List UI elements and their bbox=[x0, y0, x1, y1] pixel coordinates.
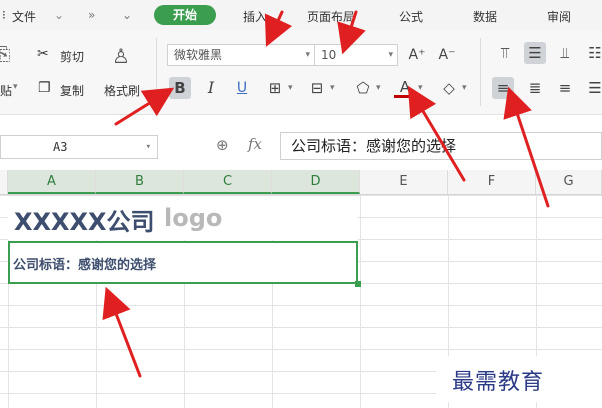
font-color-button[interactable]: A bbox=[394, 77, 416, 98]
zoom-icon[interactable]: ⊕ bbox=[216, 136, 229, 154]
justify-icon[interactable]: ☰ bbox=[584, 77, 602, 99]
name-box[interactable]: A3 ▾ bbox=[0, 135, 158, 159]
cut-button[interactable]: 剪切 bbox=[60, 48, 84, 65]
more-menus-button[interactable]: » bbox=[88, 8, 95, 22]
fill-handle[interactable] bbox=[355, 281, 361, 287]
column-header-f[interactable]: F bbox=[448, 170, 536, 194]
align-bottom-icon[interactable]: ⫫ bbox=[554, 42, 576, 64]
format-painter-button[interactable]: 格式刷 bbox=[104, 82, 140, 99]
copy-button[interactable]: 复制 bbox=[60, 82, 84, 99]
tab-page-layout[interactable]: 页面布局 bbox=[307, 8, 355, 25]
column-header-b[interactable]: B bbox=[96, 170, 184, 194]
tab-data[interactable]: 数据 bbox=[473, 8, 497, 25]
borders-dropdown-icon[interactable]: ▾ bbox=[288, 83, 293, 93]
align-middle-icon[interactable]: ☰ bbox=[524, 42, 546, 64]
borders-icon[interactable]: ⊞ bbox=[264, 77, 286, 99]
group-divider bbox=[156, 38, 157, 106]
group-divider bbox=[480, 38, 481, 106]
merge-dropdown-icon[interactable]: ▾ bbox=[330, 83, 335, 93]
column-header-c[interactable]: C bbox=[184, 170, 272, 194]
name-box-value: A3 bbox=[53, 140, 68, 154]
bold-button[interactable]: B bbox=[169, 77, 191, 99]
paste-icon[interactable]: ⎘ bbox=[0, 44, 10, 65]
align-right-icon[interactable]: ≡ bbox=[554, 77, 576, 99]
paste-dropdown-icon[interactable]: ▾ bbox=[13, 82, 18, 92]
company-name-text: XXXXX公司 bbox=[14, 208, 155, 236]
copy-icon[interactable]: ❐ bbox=[38, 80, 51, 96]
tab-formulas[interactable]: 公式 bbox=[399, 8, 423, 25]
column-header-d[interactable]: D bbox=[272, 170, 360, 194]
align-center-icon[interactable]: ≣ bbox=[524, 77, 546, 99]
chevron-down-icon[interactable]: ▾ bbox=[305, 45, 310, 65]
align-top-icon[interactable]: ⫪ bbox=[494, 42, 516, 64]
chevron-down-icon[interactable]: ▾ bbox=[146, 136, 151, 158]
column-header-row: A B C D E F G bbox=[0, 170, 602, 195]
eraser-icon[interactable]: ◇ bbox=[438, 77, 460, 99]
slogan-text: 公司标语：感谢您的选择 bbox=[13, 258, 157, 273]
tab-insert[interactable]: 插入 bbox=[243, 8, 267, 25]
fill-color-dropdown-icon[interactable]: ▾ bbox=[376, 83, 381, 93]
eraser-dropdown-icon[interactable]: ▾ bbox=[462, 83, 467, 93]
formula-input[interactable]: 公司标语：感谢您的选择 bbox=[280, 132, 602, 160]
merge-cells-icon[interactable]: ⊟ bbox=[306, 77, 328, 99]
underline-button[interactable]: U bbox=[231, 77, 253, 99]
select-all-corner[interactable] bbox=[0, 170, 8, 194]
menu-bar: ⁝ 文件 ⌄ » ⌄ 开始 插入 页面布局 公式 数据 审阅 bbox=[0, 0, 602, 30]
wrap-icon[interactable]: ☷ bbox=[584, 42, 602, 64]
scissors-icon[interactable]: ✂ bbox=[37, 46, 49, 62]
align-left-icon[interactable]: ≡ bbox=[492, 77, 514, 99]
grow-font-button[interactable]: A⁺ bbox=[406, 44, 428, 66]
watermark-text: 最需教育 bbox=[452, 370, 545, 395]
fill-color-icon[interactable]: ⬠ bbox=[352, 77, 374, 99]
font-family-select[interactable]: 微软雅黑 ▾ bbox=[167, 44, 315, 66]
format-painter-icon[interactable]: ♙ bbox=[112, 44, 130, 68]
insert-function-button[interactable]: fx bbox=[248, 135, 262, 153]
formula-content: 公司标语：感谢您的选择 bbox=[291, 137, 457, 155]
font-size-select[interactable]: 10 ▾ bbox=[314, 44, 398, 66]
company-logo-text: logo bbox=[164, 204, 223, 232]
customize-chevron-icon[interactable]: ⌄ bbox=[122, 8, 132, 22]
shrink-font-button[interactable]: A⁻ bbox=[436, 44, 458, 66]
font-color-dropdown-icon[interactable]: ▾ bbox=[418, 83, 423, 93]
paste-button[interactable]: 贴 bbox=[0, 82, 12, 99]
font-family-value: 微软雅黑 bbox=[174, 48, 223, 62]
column-header-e[interactable]: E bbox=[360, 170, 448, 194]
font-size-value: 10 bbox=[321, 48, 337, 62]
column-header-g[interactable]: G bbox=[536, 170, 602, 194]
tab-review[interactable]: 审阅 bbox=[547, 8, 571, 25]
ribbon: ⎘ 贴 ▾ ✂ 剪切 ❐ 复制 ♙ 格式刷 微软雅黑 ▾ 10 ▾ A⁺ A⁻ … bbox=[0, 30, 602, 115]
chevron-down-icon[interactable]: ⌄ bbox=[54, 8, 64, 22]
italic-button[interactable]: I bbox=[200, 77, 222, 99]
column-header-a[interactable]: A bbox=[8, 170, 96, 194]
menu-file[interactable]: 文件 bbox=[12, 8, 36, 25]
chevron-down-icon[interactable]: ▾ bbox=[388, 45, 393, 65]
tab-home[interactable]: 开始 bbox=[154, 5, 216, 25]
menu-icon[interactable]: ⁝ bbox=[2, 8, 6, 22]
